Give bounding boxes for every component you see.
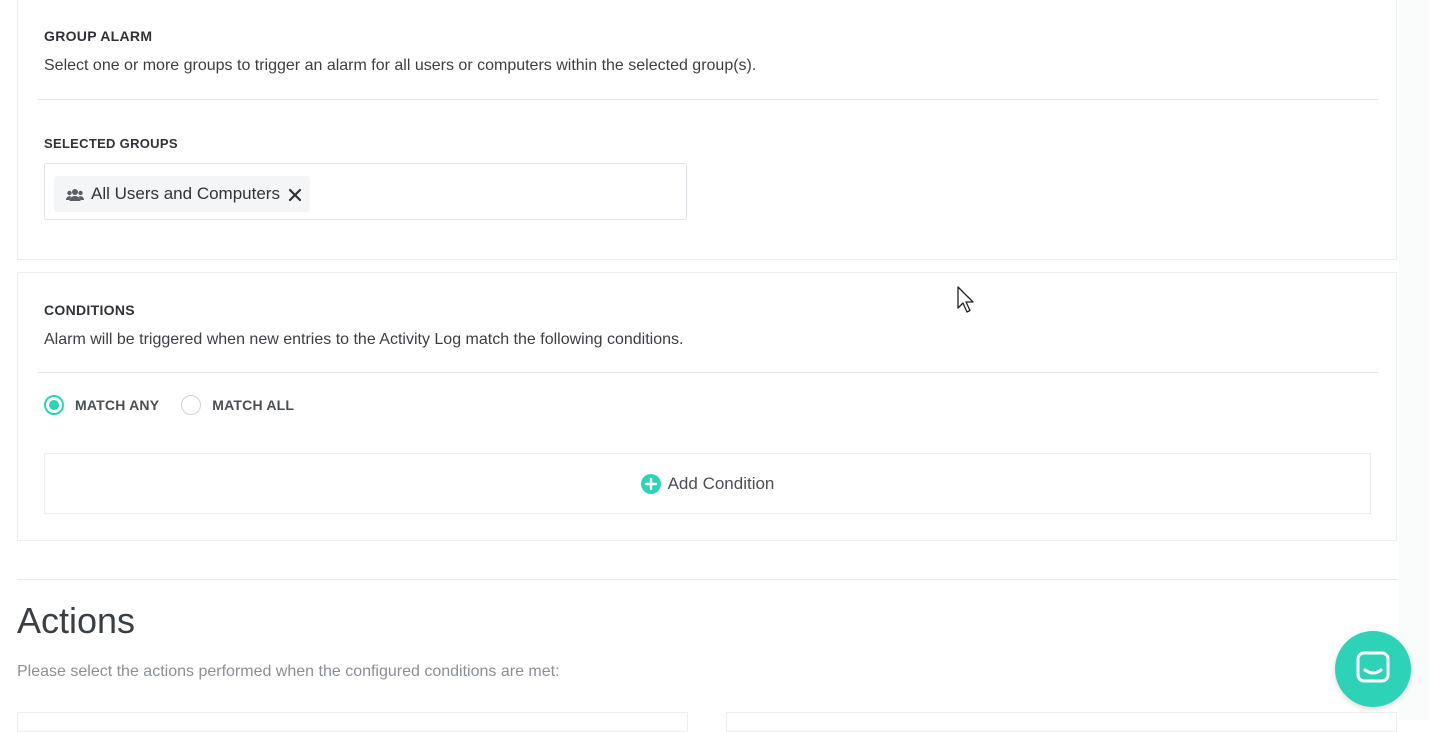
plus-circle-icon xyxy=(640,473,661,494)
radio-checked-icon xyxy=(44,395,64,415)
group-chip: All Users and Computers xyxy=(54,176,310,212)
selected-groups-input[interactable]: All Users and Computers xyxy=(44,163,687,220)
radio-unchecked-icon xyxy=(181,395,202,415)
group-chip-label: All Users and Computers xyxy=(91,184,280,203)
conditions-title: CONDITIONS xyxy=(44,302,135,318)
chat-launcher-button[interactable] xyxy=(1335,631,1411,707)
group-alarm-card: GROUP ALARM Select one or more groups to… xyxy=(17,0,1397,260)
page-right-edge xyxy=(1399,0,1429,720)
chat-icon xyxy=(1356,651,1390,683)
match-all-radio[interactable]: MATCH ALL xyxy=(181,395,294,415)
conditions-card: CONDITIONS Alarm will be triggered when … xyxy=(17,272,1397,541)
group-alarm-title: GROUP ALARM xyxy=(44,28,153,44)
match-any-radio[interactable]: MATCH ANY xyxy=(44,395,159,415)
group-alarm-divider xyxy=(38,99,1378,100)
actions-heading: Actions xyxy=(17,600,136,641)
actions-description: Please select the actions performed when… xyxy=(17,663,560,680)
selected-groups-label: SELECTED GROUPS xyxy=(44,136,178,151)
users-icon xyxy=(66,187,84,201)
close-icon[interactable] xyxy=(288,187,302,202)
section-divider xyxy=(17,579,1397,580)
action-card-left[interactable] xyxy=(17,712,688,732)
match-any-label: MATCH ANY xyxy=(75,397,160,413)
action-card-right[interactable] xyxy=(726,712,1397,732)
conditions-description: Alarm will be triggered when new entries… xyxy=(44,331,684,348)
add-condition-button[interactable]: Add Condition xyxy=(44,453,1371,514)
add-condition-label: Add Condition xyxy=(667,473,775,493)
group-alarm-description: Select one or more groups to trigger an … xyxy=(44,57,757,74)
match-mode-radio-group: MATCH ANY MATCH ALL xyxy=(44,395,316,415)
mouse-cursor-icon xyxy=(957,286,977,319)
match-all-label: MATCH ALL xyxy=(212,397,295,413)
conditions-divider xyxy=(38,372,1378,373)
